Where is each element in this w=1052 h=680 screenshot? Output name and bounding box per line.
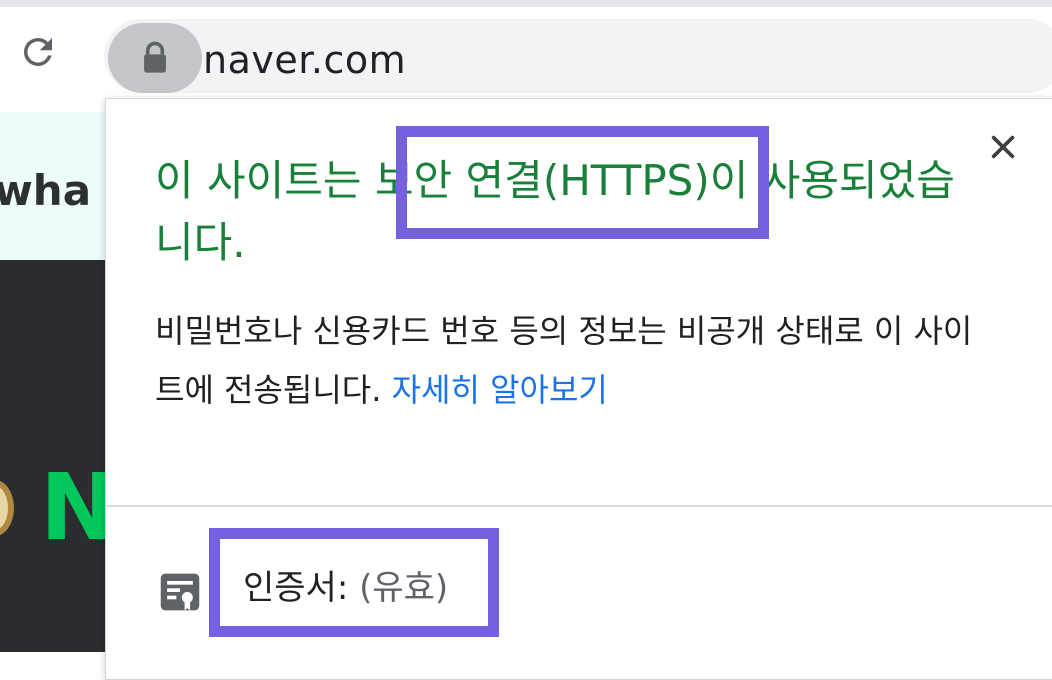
tab-strip-edge — [0, 0, 1052, 7]
certificate-row[interactable]: 인증서: (유효) — [243, 566, 448, 610]
certificate-label: 인증서: — [243, 568, 360, 608]
page-banner-text: wha — [0, 166, 92, 215]
certificate-status: (유효) — [359, 568, 449, 608]
learn-more-link[interactable]: 자세히 알아보기 — [392, 371, 608, 409]
lock-icon — [144, 41, 166, 73]
heading-text-pre: 이 사이트는 — [155, 156, 375, 205]
site-info-button[interactable] — [108, 23, 202, 93]
close-button[interactable] — [980, 124, 1026, 170]
url-text[interactable]: naver.com — [203, 38, 406, 82]
close-icon — [991, 135, 1015, 159]
connection-description: 비밀번호나 신용카드 번호 등의 정보는 비공개 상태로 이 사이트에 전송됩니… — [155, 302, 995, 420]
heading-https-text: 보안 연결(HTTPS) — [374, 156, 710, 205]
certificate-icon — [160, 573, 200, 611]
popup-divider — [106, 505, 1052, 507]
reload-button[interactable] — [10, 24, 66, 80]
connection-secure-heading: 이 사이트는 보안 연결(HTTPS)이 사용되었습니다. — [155, 150, 985, 274]
reload-icon — [23, 37, 52, 66]
